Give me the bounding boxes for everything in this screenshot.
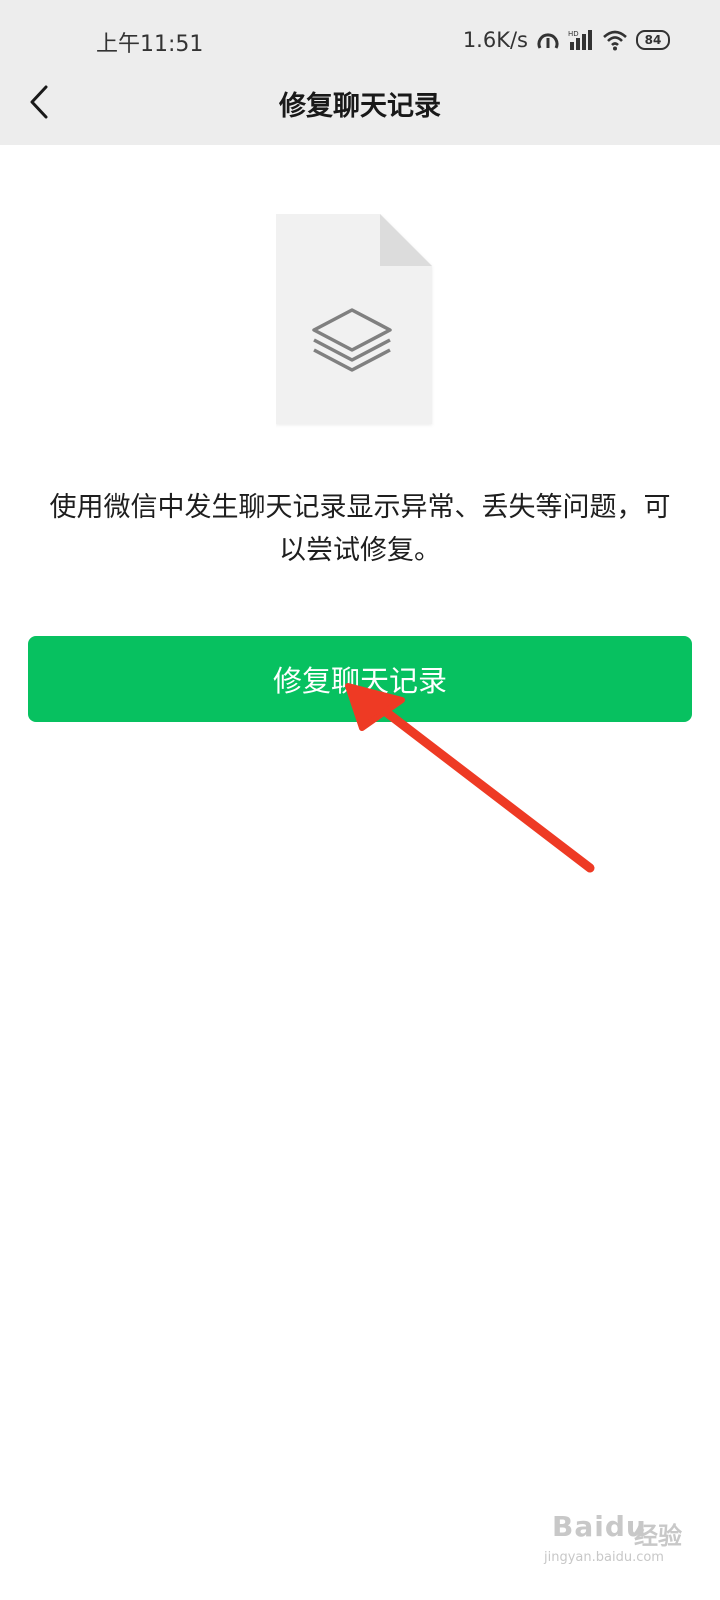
repair-chat-history-button[interactable]: 修复聊天记录 [28, 636, 692, 722]
wifi-icon [602, 29, 628, 51]
baidu-jingyan-watermark: Baidu 经验 jingyan.baidu.com [540, 1510, 690, 1580]
page-title: 修复聊天记录 [279, 91, 441, 122]
battery-icon: 84 [636, 30, 670, 50]
net-speed: 1.6K/s [462, 28, 528, 52]
top-bar: 上午11:51 1.6K/s HD 84 修复聊天记录 [0, 0, 720, 145]
watermark-logo: Baidu [552, 1510, 647, 1543]
nav-bar: 修复聊天记录 [0, 62, 720, 145]
description-text: 使用微信中发生聊天记录显示异常、丢失等问题，可以尝试修复。 [49, 492, 671, 566]
watermark-label: 经验 [634, 1522, 682, 1550]
file-illustration [276, 214, 436, 428]
signal-icon: HD [568, 28, 594, 52]
watermark-url: jingyan.baidu.com [544, 1550, 664, 1565]
status-bar: 上午11:51 1.6K/s HD 84 [0, 18, 720, 62]
status-time: 上午11:51 [96, 32, 204, 57]
hotspot-icon [536, 28, 560, 52]
status-icons: 1.6K/s HD 84 [463, 24, 670, 56]
svg-text:HD: HD [568, 30, 579, 38]
